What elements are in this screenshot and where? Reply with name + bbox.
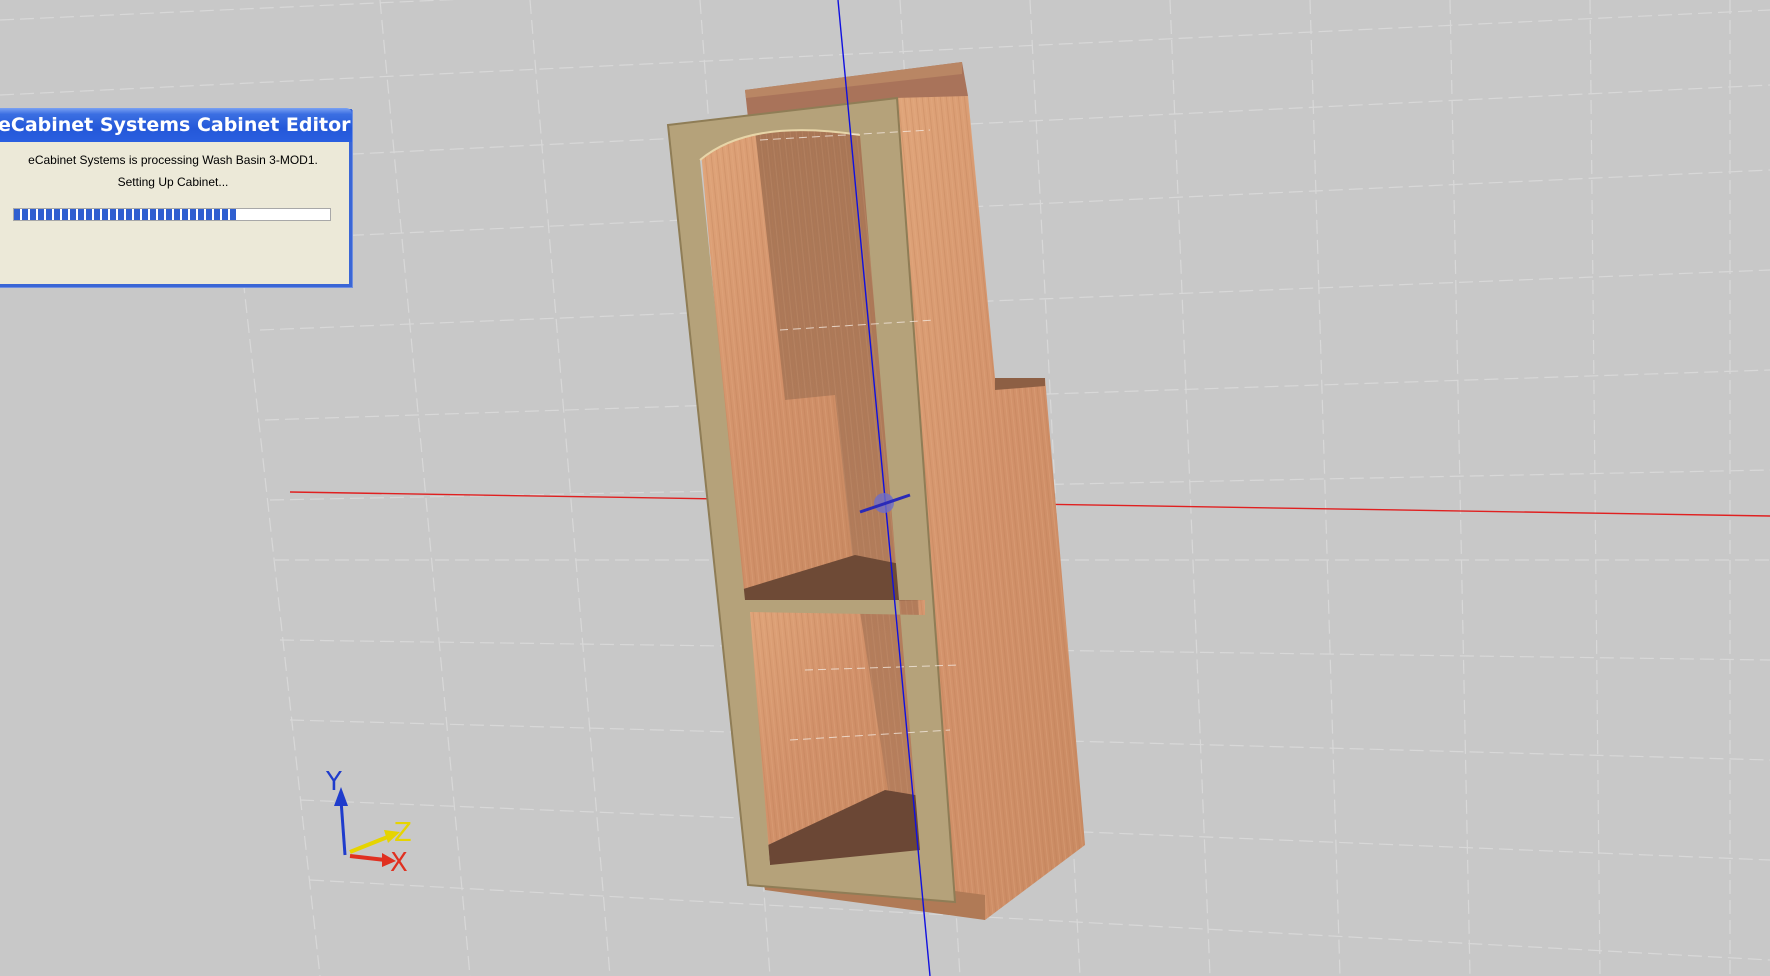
cabinet-model[interactable] [666, 62, 1085, 920]
triad-z-label: Z [394, 818, 412, 848]
processing-message: eCabinet Systems is processing Wash Basi… [28, 153, 318, 167]
progress-bar-fill [14, 209, 239, 220]
triad-x-label: X [390, 848, 408, 878]
status-text: Setting Up Cabinet... [117, 175, 229, 189]
dialog-title[interactable]: eCabinet Systems Cabinet Editor [0, 108, 352, 142]
progress-bar [13, 208, 331, 221]
triad-y-label: Y [326, 767, 342, 797]
progress-dialog: eCabinet Systems Cabinet Editor eCabinet… [0, 108, 352, 287]
